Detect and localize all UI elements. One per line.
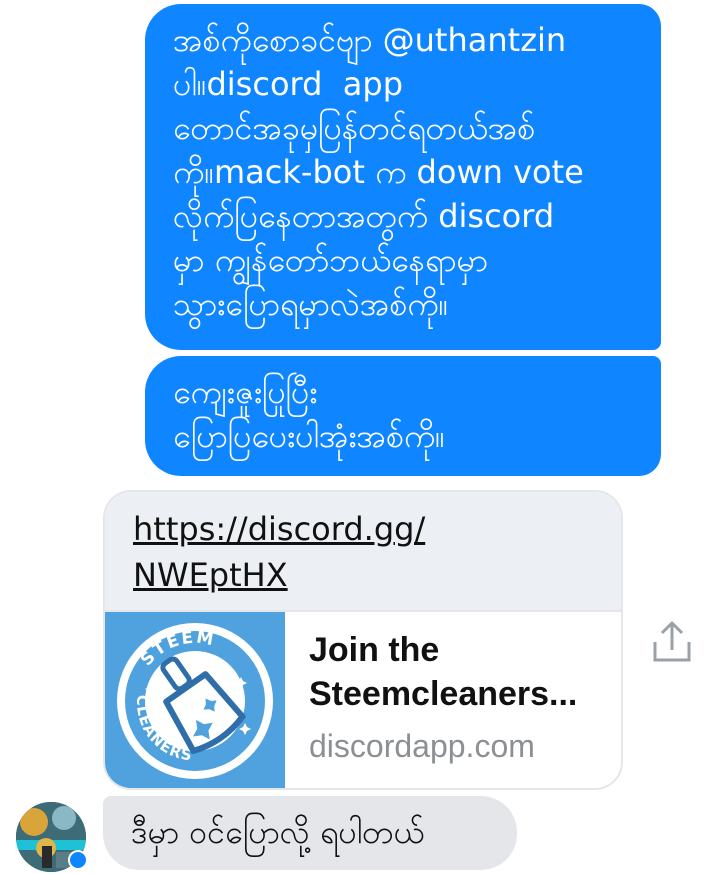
outgoing-message[interactable]: အစ်ကိုစောခင်ဗျာ @uthantzin ပါ။discord ap… <box>145 4 661 350</box>
link-url-area[interactable]: https://discord.gg/ NWEptHX <box>105 492 621 612</box>
messenger-badge-icon <box>68 850 88 870</box>
share-icon[interactable] <box>649 618 695 664</box>
link-domain: discordapp.com <box>309 728 535 764</box>
steemcleaners-logo: STEEM CLEANERS <box>105 612 285 788</box>
link-url[interactable]: https://discord.gg/ NWEptHX <box>133 506 597 598</box>
steemcleaners-logo-graphic: STEEM CLEANERS <box>117 623 273 779</box>
outgoing-message[interactable]: ကျေးဇူးပြုပြီး ပြောပြပေးပါအုံးအစ်ကို။ <box>145 356 661 476</box>
link-preview-text[interactable]: Join the Steemcleaners... discordapp.com <box>285 612 621 788</box>
incoming-message[interactable]: ဒီမှာ ဝင်ပြောလို့ ရပါတယ် <box>103 796 517 870</box>
link-preview-card[interactable]: https://discord.gg/ NWEptHX STEEM CLEANE… <box>103 490 623 790</box>
link-preview[interactable]: STEEM CLEANERS Join the Steemcleaners...… <box>105 612 621 788</box>
conversation: အစ်ကိုစောခင်ဗျာ @uthantzin ပါ။discord ap… <box>0 0 720 874</box>
link-title[interactable]: Join the Steemcleaners... <box>309 628 603 716</box>
